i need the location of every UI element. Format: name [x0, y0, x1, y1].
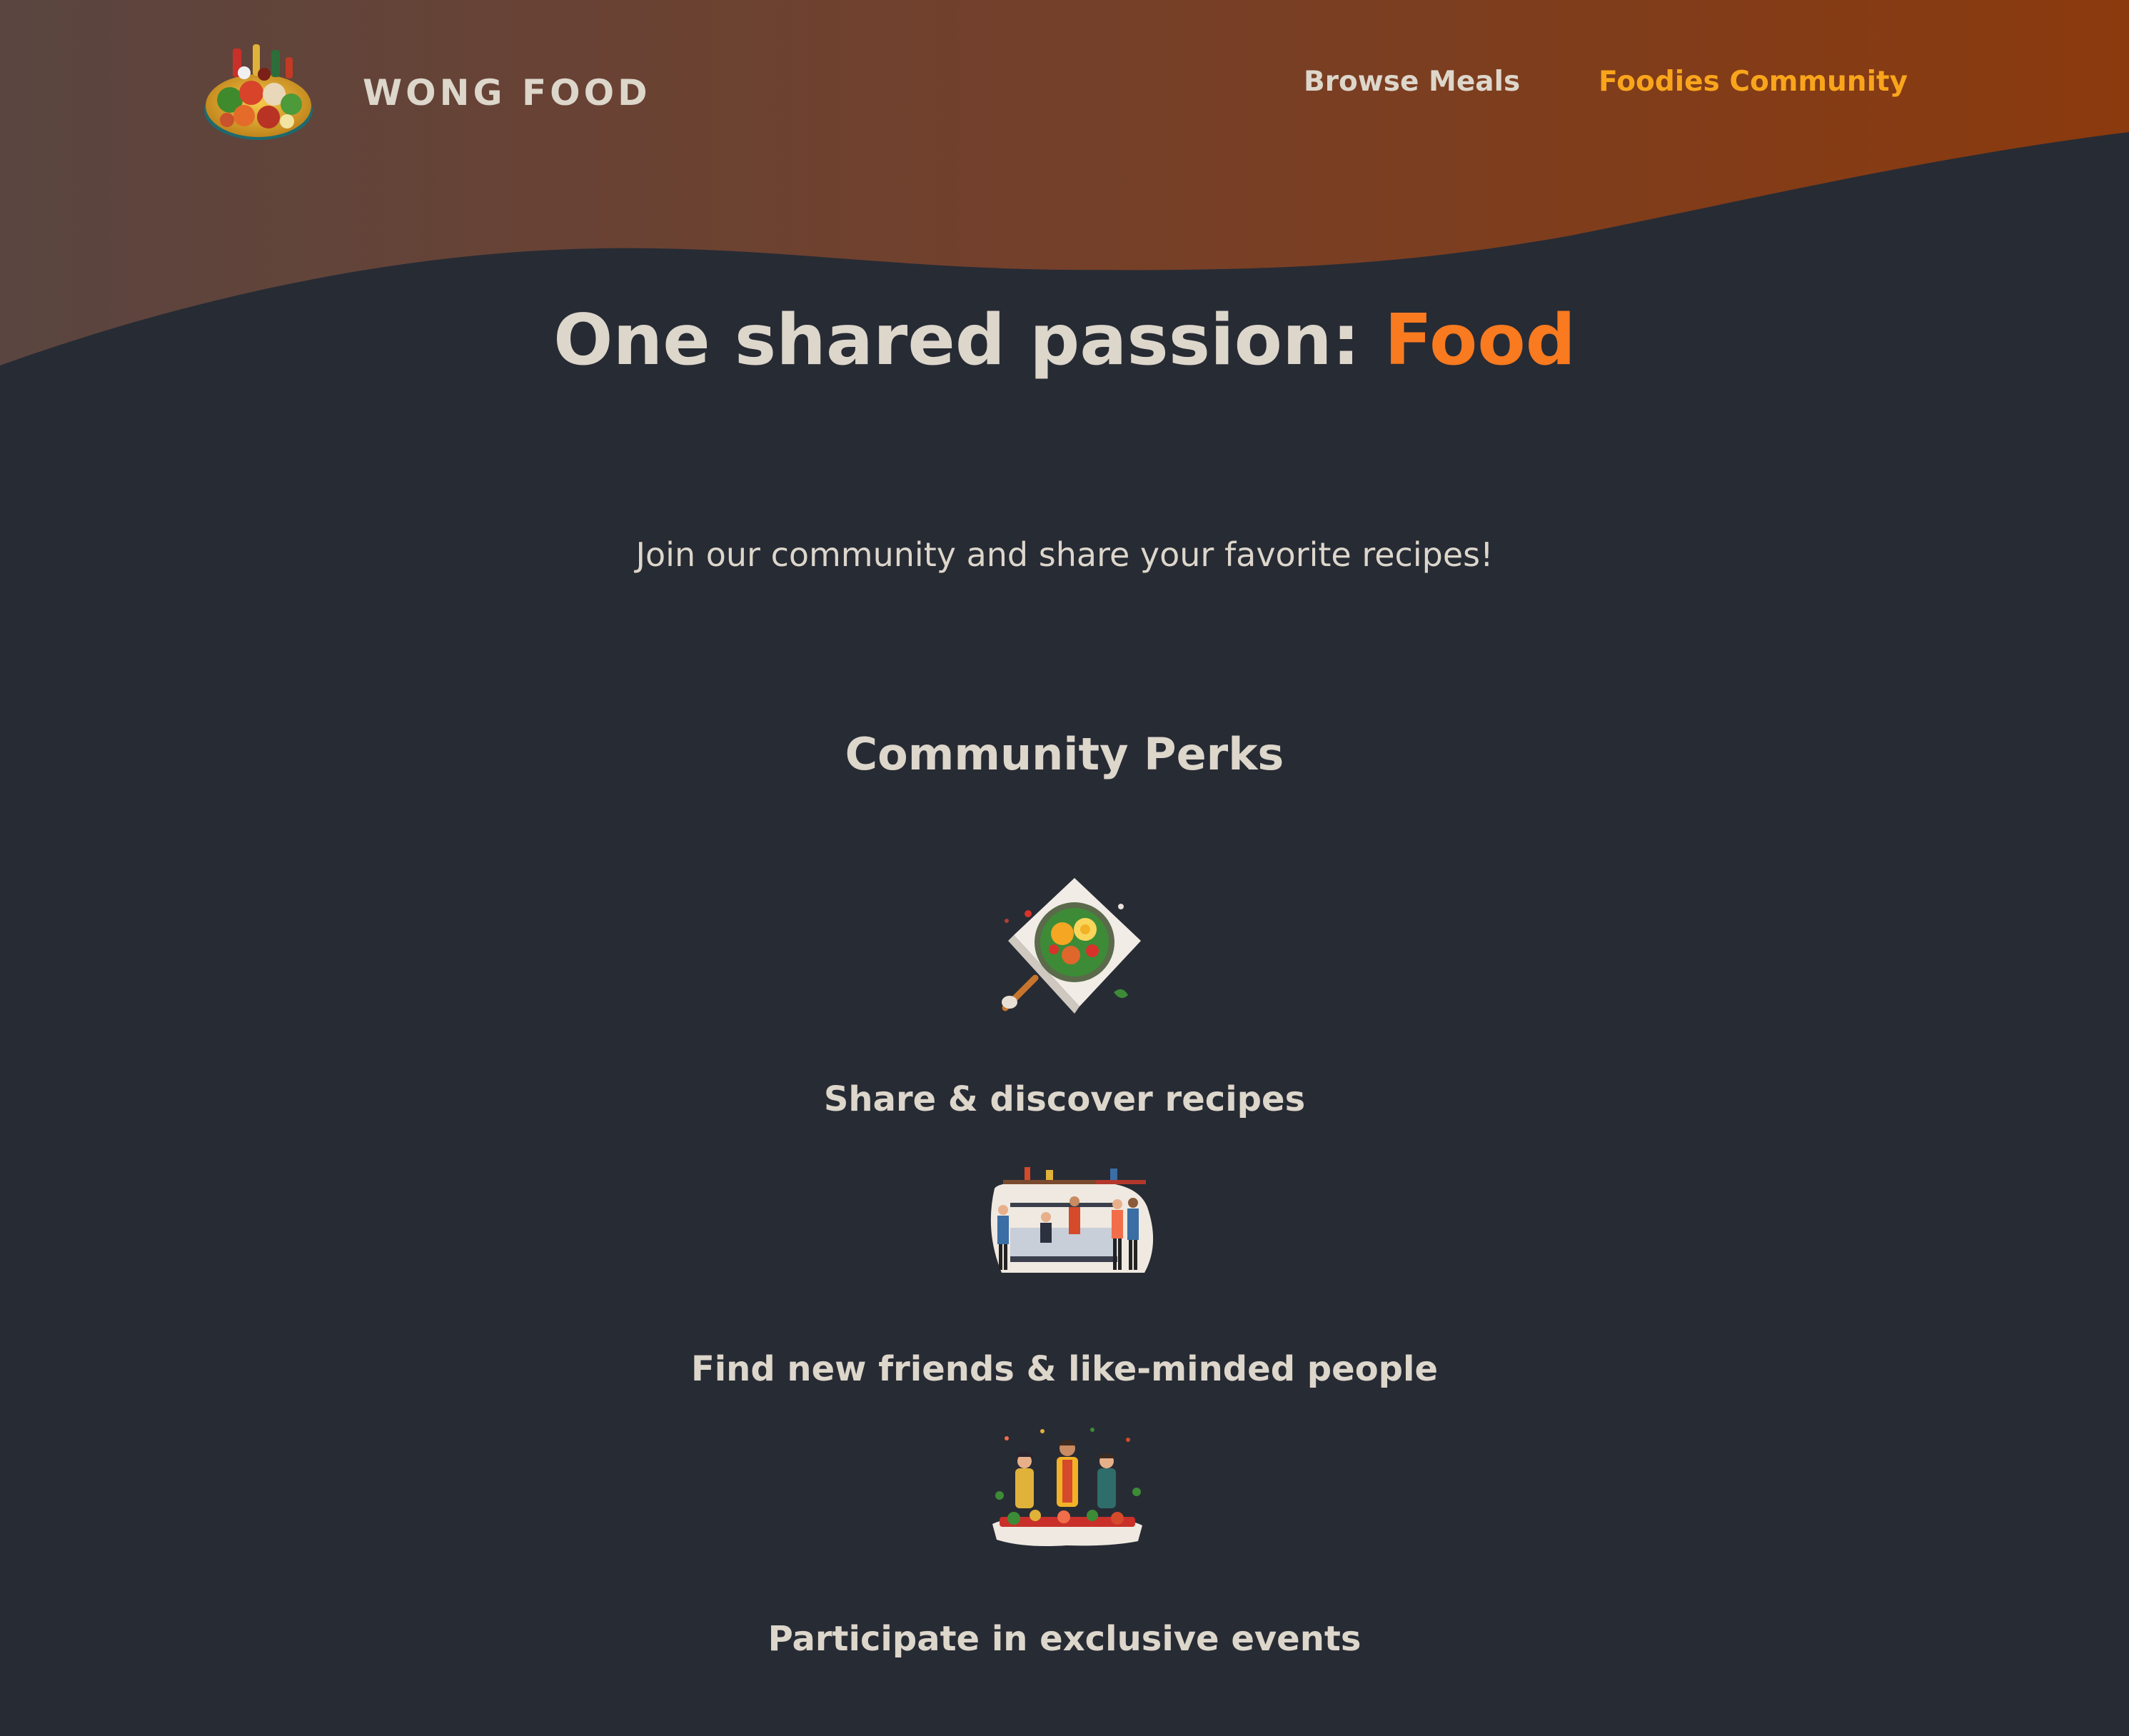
hero-title-highlight: Food	[1384, 300, 1576, 381]
perk-title-exclusive-events: Participate in exclusive events	[767, 1619, 1362, 1659]
main-nav: Browse Meals Foodies Community	[1304, 66, 1908, 98]
nav-foodies-community[interactable]: Foodies Community	[1599, 66, 1908, 98]
logo-food-platter-icon	[204, 44, 313, 140]
hero-title-prefix: One shared passion:	[553, 300, 1385, 381]
home-logo-link[interactable]: WONG FOOD	[201, 36, 651, 150]
hero-title: One shared passion: Food	[0, 300, 2129, 381]
perk-title-share-recipes: Share & discover recipes	[823, 1079, 1306, 1119]
meal-plate-illustration-icon	[1002, 878, 1141, 1014]
site-header: WONG FOOD Browse Meals Foodies Community	[0, 0, 2129, 178]
kitchen-people-illustration-icon	[990, 1167, 1154, 1273]
cooking-event-illustration-icon	[992, 1428, 1142, 1546]
hero-subtitle: Join our community and share your favori…	[635, 535, 1494, 574]
nav-browse-meals[interactable]: Browse Meals	[1304, 66, 1520, 98]
page: WONG FOOD Browse Meals Foodies Community…	[0, 0, 2129, 1736]
perk-title-find-friends: Find new friends & like-minded people	[690, 1349, 1439, 1389]
brand-name: WONG FOOD	[363, 72, 651, 113]
perks-heading: Community Perks	[845, 728, 1284, 780]
